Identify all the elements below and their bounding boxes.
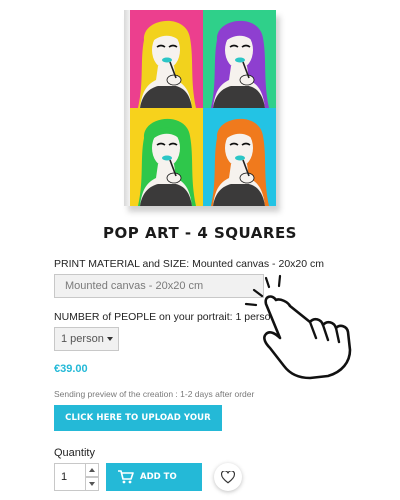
quantity-input[interactable]: 1 (54, 463, 86, 491)
material-select-value: Mounted canvas - 20x20 cm (65, 280, 204, 292)
wishlist-button[interactable] (214, 463, 242, 491)
pointing-hand-icon (244, 274, 352, 380)
pop-art-tile (203, 108, 276, 206)
add-to-cart-button[interactable]: ADD TO CART (106, 463, 202, 491)
people-select-value: 1 person (61, 333, 104, 345)
people-select[interactable]: 1 person (54, 327, 119, 351)
cart-icon (118, 470, 134, 484)
material-option-label: PRINT MATERIAL and SIZE: Mounted canvas … (54, 258, 324, 270)
product-page: POP ART - 4 SQUARES PRINT MATERIAL and S… (0, 0, 400, 500)
quantity-increase-button[interactable] (85, 463, 99, 477)
pop-art-tile (130, 108, 203, 206)
add-to-cart-label: ADD TO CART (140, 472, 177, 482)
product-price: €39.00 (54, 363, 88, 375)
pop-art-tile (130, 10, 203, 108)
preview-note: Sending preview of the creation : 1-2 da… (54, 389, 255, 399)
heart-icon (221, 471, 235, 484)
product-title: POP ART - 4 SQUARES (103, 224, 297, 242)
product-image[interactable] (124, 10, 280, 212)
quantity-decrease-button[interactable] (85, 477, 99, 491)
pop-art-tile (203, 10, 276, 108)
quantity-label: Quantity (54, 447, 95, 459)
pop-art-canvas (130, 10, 276, 206)
upload-photos-button[interactable]: CLICK HERE TO UPLOAD YOUR PHOTOS (54, 405, 222, 449)
chevron-down-icon (107, 337, 113, 341)
